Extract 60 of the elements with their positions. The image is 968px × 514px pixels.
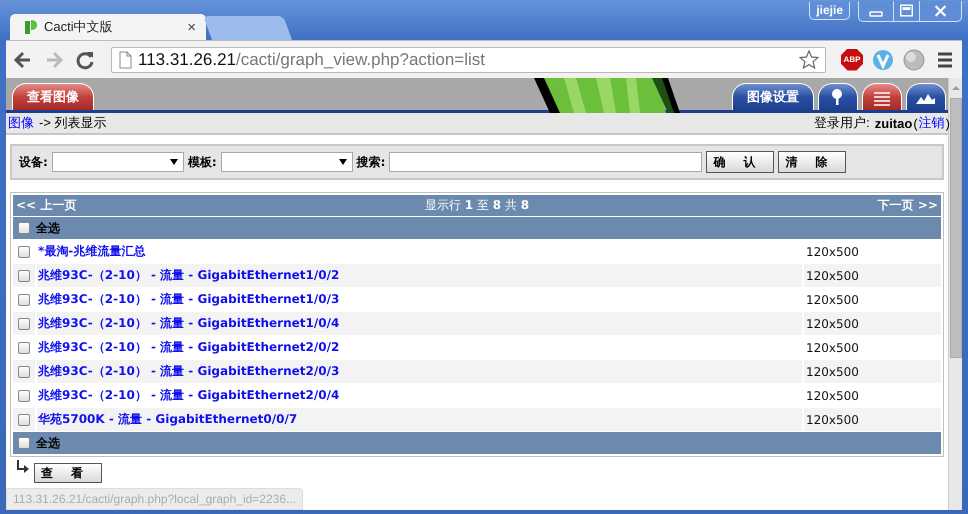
select-all-label[interactable]: 全选 [36,220,60,236]
login-label: 登录用户: [814,114,870,132]
checkbox[interactable] [18,342,30,354]
caret-icon [338,158,347,166]
graph-link[interactable]: 兆维93C-（2-10） - 流量 - GigabitEthernet2/0/2 [38,339,340,356]
header-tab[interactable]: 图像设置 [732,83,814,110]
return-arrow-icon [16,460,30,474]
checkbox[interactable] [18,414,30,426]
close-icon[interactable]: × [187,18,196,36]
select-all-label[interactable]: 全选 [36,434,60,452]
scroll-thumb[interactable] [950,98,962,358]
checkbox[interactable] [18,318,30,330]
checkbox[interactable] [18,270,30,282]
search-field[interactable] [389,152,702,172]
table-cell: 120x500 [804,408,941,431]
table-cell: 120x500 [804,312,941,335]
filter-button[interactable]: 清除 [778,151,846,173]
checkbox[interactable] [18,437,30,449]
adblock-icon[interactable]: ABP [841,48,863,70]
browser-tab[interactable]: Cacti中文版 × [10,14,206,40]
filter-button[interactable]: 确认 [706,151,774,173]
caret-icon [170,158,178,166]
next-page-link[interactable]: 下一页 >> [878,197,938,214]
breadcrumb-link[interactable]: 图像 [8,114,34,132]
checkbox[interactable] [18,246,30,258]
star-icon[interactable] [799,50,819,70]
page-info: 显示行 1 至 8 共 8 [424,197,530,214]
page-icon [118,50,132,68]
dropdown-field[interactable] [220,152,353,172]
checkbox[interactable] [18,222,30,234]
preview-view-tab[interactable] [906,83,946,110]
field-label: 模板: [188,154,217,170]
dropdown-field[interactable] [52,152,184,172]
field-label: 设备: [19,154,48,170]
field-label: 搜索: [356,154,386,170]
checkbox[interactable] [18,294,30,306]
prev-page-link[interactable]: << 上一页 [16,197,76,214]
view-button[interactable]: 查看 [34,463,102,483]
browser-tab[interactable] [203,16,292,40]
status-url: 113.31.26.21/cacti/graph.php?local_graph_id=2236... [6,488,304,510]
breadcrumb-text: -> 列表显示 [39,114,107,132]
checkbox[interactable] [18,390,30,402]
scrollbar[interactable] [948,78,962,510]
checkbox[interactable] [18,366,30,378]
table-cell: 120x500 [804,264,941,287]
paren-text: ) [946,116,950,130]
user-badge: jiejie [809,2,850,20]
graph-link[interactable]: 兆维93C-（2-10） - 流量 - GigabitEthernet1/0/3 [38,291,340,308]
cactus-logo-icon [24,19,38,35]
graph-link[interactable]: 兆维93C-（2-10） - 流量 - GigabitEthernet2/0/4 [38,387,340,404]
graph-link[interactable]: *最淘-兆维流量汇总 [38,243,146,260]
tree-view-tab[interactable] [818,83,858,110]
header-tab[interactable]: 查看图像 [12,83,94,110]
logout-link[interactable]: 注销 [918,114,945,132]
paren-text: ( [913,116,918,130]
list-view-tab[interactable] [862,83,902,110]
address-bar[interactable]: 113.31.26.21/cacti/graph_view.php?action=list [111,46,826,72]
table-cell: 120x500 [804,360,941,383]
username: zuitao [874,116,912,130]
v-letter-icon[interactable] [872,48,894,70]
